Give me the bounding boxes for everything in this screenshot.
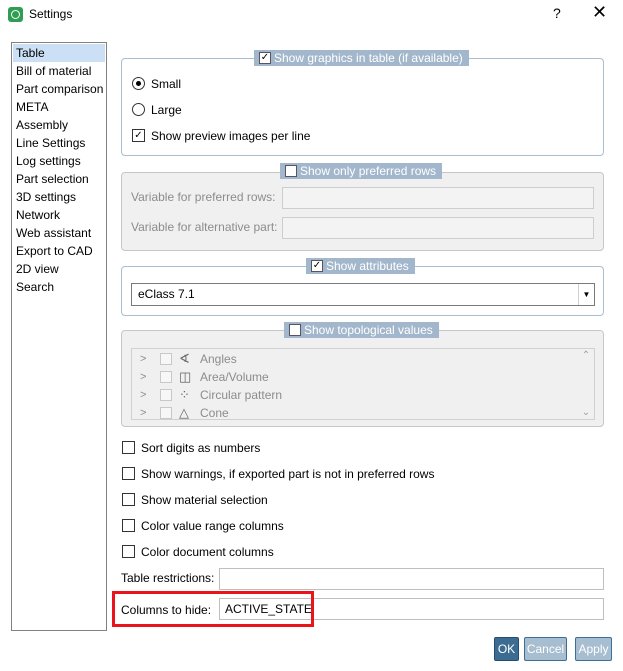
color-value-range-label: Color value range columns (141, 519, 284, 533)
nav-item-3d-settings[interactable]: 3D settings (12, 188, 106, 206)
settings-nav-list: Table Bill of material Part comparison M… (11, 42, 107, 631)
angle-icon: ∢ (179, 351, 190, 366)
scroll-up-icon[interactable]: ⌃ (578, 350, 594, 361)
show-material-checkbox[interactable] (122, 493, 135, 506)
preview-images-checkbox[interactable]: ✓ (132, 129, 145, 142)
color-document-label: Color document columns (141, 545, 274, 559)
tree-item-label: Area/Volume (200, 370, 269, 384)
large-label: Large (151, 103, 182, 117)
chevron-right-icon[interactable]: > (140, 368, 146, 386)
title-bar: Settings ? ✕ (0, 0, 623, 30)
nav-item-search[interactable]: Search (12, 278, 106, 296)
close-button[interactable]: ✕ (592, 3, 607, 21)
show-graphics-toggle[interactable]: ✓ Show graphics in table (if available) (254, 50, 469, 66)
tree-item-angles[interactable]: > ∢ Angles (132, 350, 572, 368)
window-title: Settings (29, 7, 73, 21)
table-restrictions-label: Table restrictions: (121, 571, 215, 585)
nav-item-table[interactable]: Table (13, 44, 105, 62)
nav-item-log-settings[interactable]: Log settings (12, 152, 106, 170)
apply-button[interactable]: Apply (575, 637, 612, 661)
chevron-down-icon[interactable]: ▼ (578, 284, 594, 305)
topological-label: Show topological values (304, 323, 433, 337)
preferred-rows-checkbox[interactable] (285, 165, 297, 177)
large-radio[interactable] (132, 103, 145, 116)
app-icon (8, 7, 23, 22)
cancel-button[interactable]: Cancel (524, 637, 567, 661)
ok-button[interactable]: OK (494, 637, 519, 661)
show-material-label: Show material selection (141, 493, 268, 507)
preferred-rows-group (121, 172, 604, 251)
tree-item-label: Cone (200, 406, 229, 420)
show-warnings-label: Show warnings, if exported part is not i… (141, 467, 435, 481)
topological-checkbox[interactable] (289, 324, 301, 336)
tree-item-label: Circular pattern (200, 388, 283, 402)
chevron-right-icon[interactable]: > (140, 350, 146, 368)
sort-digits-checkbox[interactable] (122, 441, 135, 454)
show-attributes-label: Show attributes (326, 259, 409, 273)
preview-images-label: Show preview images per line (151, 129, 311, 143)
show-graphics-checkbox[interactable]: ✓ (259, 52, 271, 64)
nav-item-assembly[interactable]: Assembly (12, 116, 106, 134)
tree-item-checkbox[interactable] (160, 371, 172, 383)
var-alt-label: Variable for alternative part: (131, 220, 278, 234)
nav-item-part-selection[interactable]: Part selection (12, 170, 106, 188)
help-button[interactable]: ? (553, 5, 561, 21)
show-warnings-checkbox[interactable] (122, 467, 135, 480)
nav-item-web-assistant[interactable]: Web assistant (12, 224, 106, 242)
preferred-rows-toggle[interactable]: Show only preferred rows (280, 163, 443, 179)
tree-item-checkbox[interactable] (160, 389, 172, 401)
nav-item-line-settings[interactable]: Line Settings (12, 134, 106, 152)
chevron-right-icon[interactable]: > (140, 404, 146, 419)
show-attributes-toggle[interactable]: ✓ Show attributes (306, 258, 415, 274)
nav-item-export-to-cad[interactable]: Export to CAD (12, 242, 106, 260)
preferred-rows-label: Show only preferred rows (300, 164, 437, 178)
attribute-class-select[interactable]: eClass 7.1 ▼ (131, 283, 595, 306)
var-alt-input[interactable] (282, 217, 594, 239)
color-value-range-checkbox[interactable] (122, 519, 135, 532)
tree-scrollbar[interactable]: ⌃ ⌄ (578, 349, 594, 419)
topological-toggle[interactable]: Show topological values (284, 322, 439, 338)
annotation-highlight-box (112, 591, 314, 627)
var-preferred-label: Variable for preferred rows: (131, 190, 276, 204)
tree-item-checkbox[interactable] (160, 407, 172, 419)
chevron-right-icon[interactable]: > (140, 386, 146, 404)
nav-item-part-comparison[interactable]: Part comparison (12, 80, 106, 98)
nav-item-bill-of-material[interactable]: Bill of material (12, 62, 106, 80)
tree-item-area-volume[interactable]: > ◫ Area/Volume (132, 368, 572, 386)
topological-tree[interactable]: > ∢ Angles > ◫ Area/Volume > ⁘ Circular … (131, 348, 595, 420)
circular-pattern-icon: ⁘ (179, 387, 190, 402)
area-volume-icon: ◫ (179, 369, 192, 384)
sort-digits-label: Sort digits as numbers (141, 441, 261, 455)
var-preferred-input[interactable] (282, 187, 594, 209)
tree-item-cone[interactable]: > △ Cone (132, 404, 572, 420)
color-document-checkbox[interactable] (122, 545, 135, 558)
attribute-class-value: eClass 7.1 (138, 287, 195, 301)
small-label: Small (151, 77, 182, 91)
scroll-down-icon[interactable]: ⌄ (578, 407, 594, 418)
nav-item-meta[interactable]: META (12, 98, 106, 116)
table-restrictions-input[interactable] (219, 568, 604, 590)
show-attributes-checkbox[interactable]: ✓ (311, 260, 323, 272)
tree-item-label: Angles (200, 352, 237, 366)
cone-icon: △ (179, 405, 189, 420)
nav-item-network[interactable]: Network (12, 206, 106, 224)
tree-item-circular-pattern[interactable]: > ⁘ Circular pattern (132, 386, 572, 404)
small-radio[interactable] (132, 77, 145, 90)
nav-item-2d-view[interactable]: 2D view (12, 260, 106, 278)
tree-item-checkbox[interactable] (160, 353, 172, 365)
show-graphics-label: Show graphics in table (if available) (274, 51, 463, 65)
